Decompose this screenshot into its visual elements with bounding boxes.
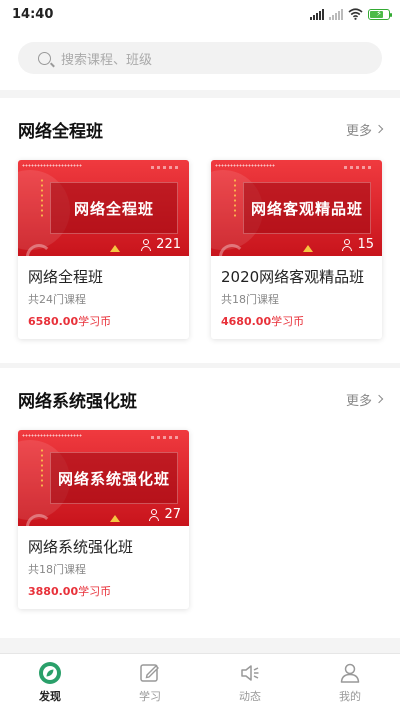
tab-label: 动态 [239,690,261,703]
course-price: 4680.00学习币 [221,315,305,328]
status-icons: ⚡ [310,8,392,20]
enrollment-count: 221 [141,237,181,252]
course-thumbnail: 网络客观精品班 15 [211,160,382,256]
tab-study[interactable]: 学习 [100,654,200,711]
person-icon [141,238,152,251]
tab-profile[interactable]: 我的 [300,654,400,711]
chevron-right-icon [374,394,384,404]
course-price: 3880.00学习币 [28,585,112,598]
course-thumbnail: 网络全程班 221 [18,160,189,256]
signal-secondary-icon [329,8,343,20]
study-icon [140,664,159,682]
enrollment-count: 27 [149,507,181,522]
card-row: 网络系统强化班 27 网络系统强化班 共18门课程 3880.00学习币 [0,430,400,609]
thumbnail-text: 网络全程班 [73,199,154,218]
course-title: 2020网络客观精品班 [221,268,365,286]
thumbnail-text: 网络系统强化班 [57,469,170,488]
section-header: 网络系统强化班 更多 [0,368,400,430]
search-area: 搜索课程、班级 [0,28,400,90]
tab-label: 学习 [139,690,161,703]
news-icon [241,665,259,681]
bottom-tab-bar: 发现 学习 动态 我的 [0,653,400,711]
wifi-icon [348,8,363,20]
triangle-decoration-icon [110,245,120,252]
course-title: 网络全程班 [28,268,104,286]
tab-discover[interactable]: 发现 [0,654,100,711]
tab-news[interactable]: 动态 [200,654,300,711]
triangle-decoration-icon [303,245,313,252]
section-title: 网络系统强化班 [18,391,137,412]
search-input[interactable]: 搜索课程、班级 [18,42,382,74]
battery-icon: ⚡ [368,8,392,20]
discover-icon [39,662,61,684]
tab-label: 发现 [39,690,61,703]
triangle-decoration-icon [110,515,120,522]
section-header: 网络全程班 更多 [0,98,400,160]
course-card[interactable]: 网络客观精品班 15 2020网络客观精品班 共18门课程 4680.00学习币 [211,160,382,339]
section-system-course: 网络系统强化班 更多 网络系统强化班 27 网络系统强化班 共18门课程 388… [0,368,400,638]
enrollment-count: 15 [342,237,374,252]
status-bar: 14:40 ⚡ [0,0,400,28]
status-time: 14:40 [12,6,54,22]
search-placeholder: 搜索课程、班级 [61,52,153,68]
chevron-right-icon [374,124,384,134]
more-link[interactable]: 更多 [345,120,384,139]
profile-icon [340,663,360,683]
person-icon [149,508,160,521]
course-count: 共24门课程 [28,293,86,306]
card-row: 网络全程班 221 网络全程班 共24门课程 6580.00学习币 网络客观精品… [0,160,400,339]
more-label: 更多 [345,393,372,409]
course-title: 网络系统强化班 [28,538,134,556]
course-card[interactable]: 网络系统强化班 27 网络系统强化班 共18门课程 3880.00学习币 [18,430,189,609]
signal-icon [310,8,324,20]
section-title: 网络全程班 [18,121,103,142]
course-price: 6580.00学习币 [28,315,112,328]
course-card[interactable]: 网络全程班 221 网络全程班 共24门课程 6580.00学习币 [18,160,189,339]
course-count: 共18门课程 [221,293,279,306]
section-full-course: 网络全程班 更多 网络全程班 221 网络全程班 共24门课程 6580.00学… [0,98,400,363]
course-thumbnail: 网络系统强化班 27 [18,430,189,526]
more-link[interactable]: 更多 [345,390,384,409]
more-label: 更多 [345,123,372,139]
person-icon [342,238,353,251]
thumbnail-text: 网络客观精品班 [250,199,363,218]
search-icon [38,51,51,65]
tab-label: 我的 [339,690,361,703]
course-count: 共18门课程 [28,563,86,576]
